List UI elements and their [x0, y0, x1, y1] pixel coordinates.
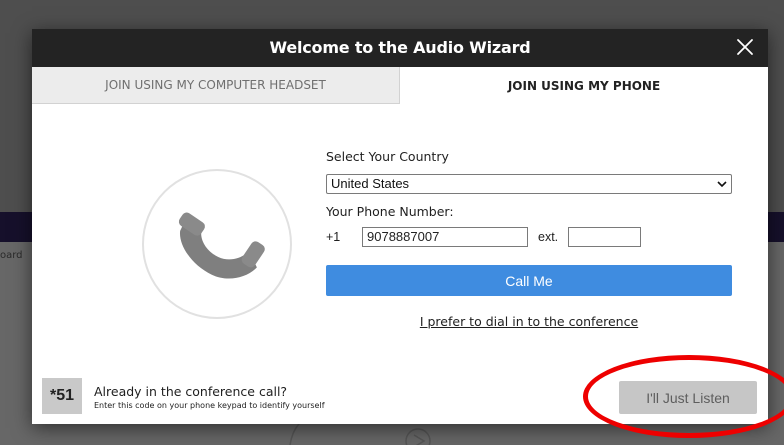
- phone-illustration: [142, 169, 292, 319]
- country-select[interactable]: United States: [326, 174, 732, 194]
- tab-phone[interactable]: JOIN USING MY PHONE: [400, 67, 768, 104]
- dialog-header: Welcome to the Audio Wizard: [32, 29, 768, 67]
- close-icon: [737, 39, 753, 55]
- country-select-value: United States: [331, 176, 410, 191]
- identify-code-badge: *51: [42, 378, 82, 414]
- ext-label: ext.: [538, 230, 559, 244]
- audio-wizard-dialog: Welcome to the Audio Wizard JOIN USING M…: [32, 29, 768, 424]
- dialog-title: Welcome to the Audio Wizard: [269, 38, 531, 57]
- phone-number-input[interactable]: 9078887007: [362, 227, 528, 247]
- ext-input[interactable]: [568, 227, 642, 247]
- phone-number-label: Your Phone Number:: [326, 204, 454, 219]
- just-listen-button[interactable]: I'll Just Listen: [619, 381, 757, 414]
- background-side-tab: oard: [0, 250, 23, 261]
- already-in-call-text: Already in the conference call?: [94, 384, 288, 399]
- country-code: +1: [326, 230, 341, 244]
- phone-form: Select Your Country United States Your P…: [326, 149, 732, 329]
- close-button[interactable]: [732, 34, 758, 60]
- call-me-button[interactable]: Call Me: [326, 265, 732, 296]
- join-tabs: JOIN USING MY COMPUTER HEADSET JOIN USIN…: [32, 67, 768, 104]
- phone-handset-icon: [178, 212, 265, 279]
- chevron-down-icon: [717, 181, 727, 188]
- phone-number-row: +1 9078887007 ext.: [326, 227, 732, 247]
- tab-computer-headset[interactable]: JOIN USING MY COMPUTER HEADSET: [32, 67, 400, 104]
- country-label: Select Your Country: [326, 149, 449, 164]
- dial-in-link[interactable]: I prefer to dial in to the conference: [326, 314, 732, 329]
- identify-hint-text: Enter this code on your phone keypad to …: [94, 401, 325, 410]
